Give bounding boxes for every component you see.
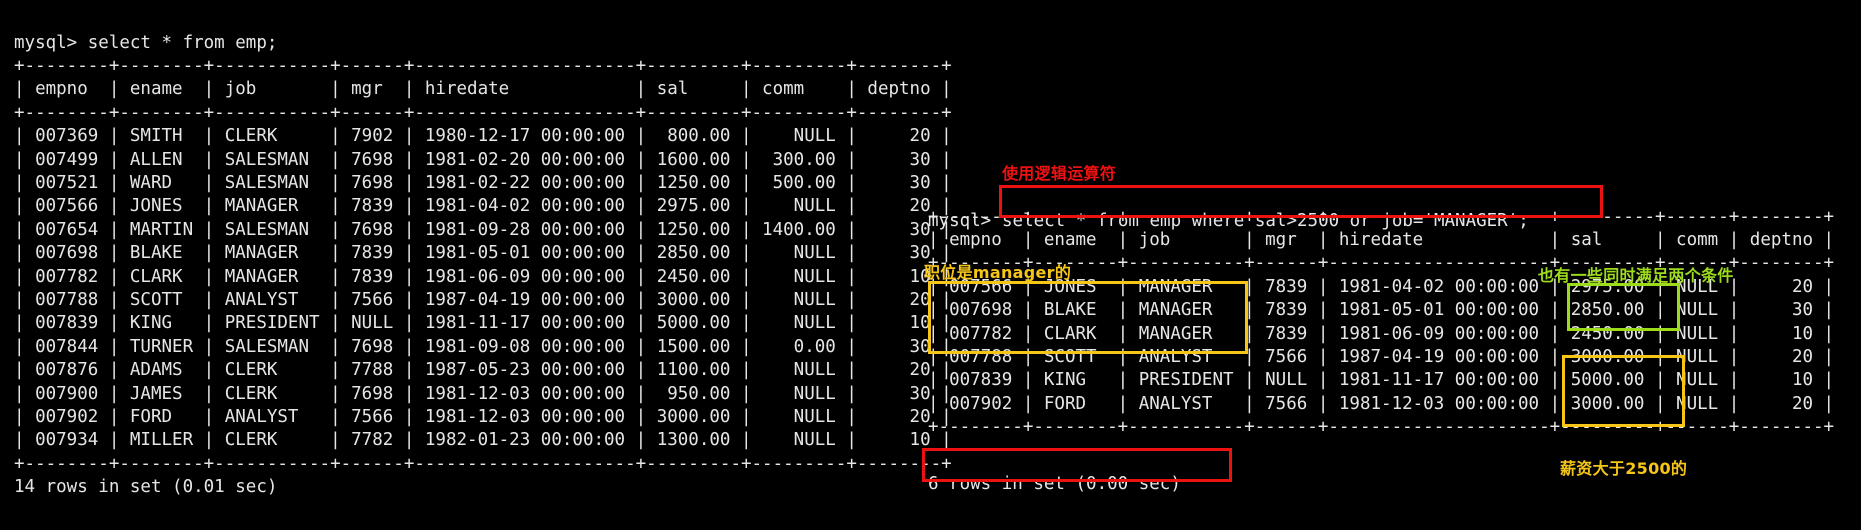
right-status-line: 6 rows in set (0.00 sec) [928,473,1181,494]
right-query-output: +--------+--------+-----------+------+--… [928,206,1835,438]
annotation-manager-job: 职位是manager的 [924,263,1072,282]
annotation-both-conditions: 也有一些同时满足两个条件 [1538,266,1734,285]
terminal-screen: mysql> select * from emp; +--------+----… [0,0,1861,530]
left-query-output: mysql> select * from emp; +--------+----… [14,32,952,498]
annotation-salary-gt-2500: 薪资大于2500的 [1560,459,1688,478]
annotation-logical-operator: 使用逻辑运算符 [1002,164,1117,183]
